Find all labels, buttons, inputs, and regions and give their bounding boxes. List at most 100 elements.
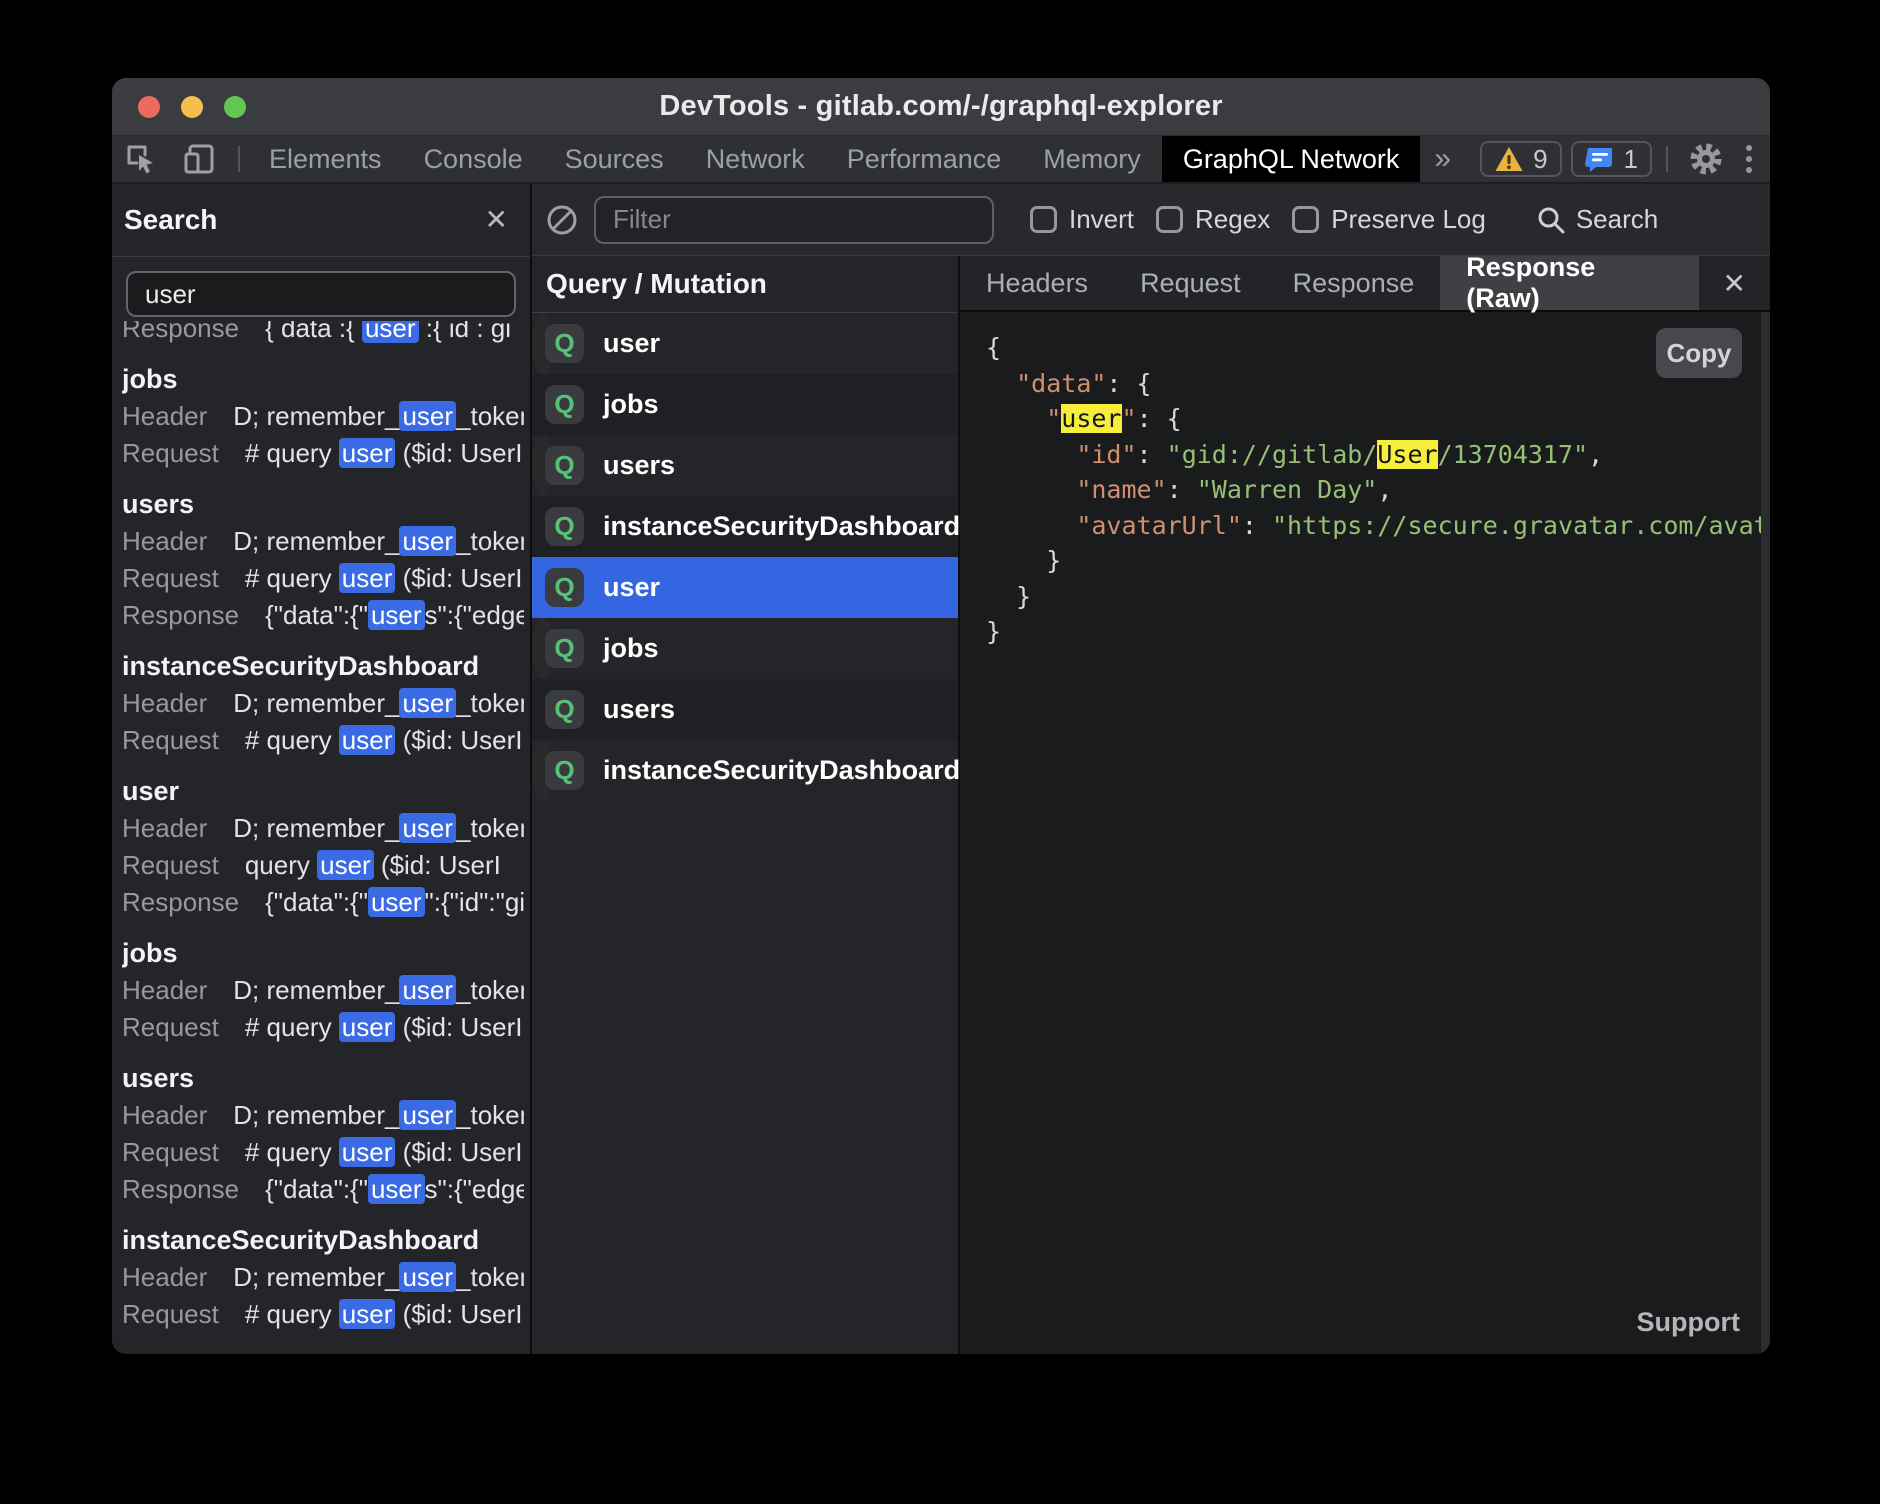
warnings-badge[interactable]: 9: [1480, 141, 1561, 177]
console-message-icon: [1585, 145, 1615, 173]
result-row[interactable]: HeaderD; remember_user_token=e: [122, 523, 524, 560]
result-text: D; remember_: [233, 526, 399, 556]
query-item[interactable]: QinstanceSecurityDashboard: [532, 740, 554, 801]
result-row[interactable]: Request# query user ($id: UserI: [122, 560, 524, 597]
code-token: [986, 440, 1076, 469]
result-row[interactable]: Request# query user ($id: UserI: [122, 435, 524, 472]
tab-sources[interactable]: Sources: [544, 136, 685, 182]
result-row[interactable]: HeaderD; remember_user_token=e: [122, 398, 524, 435]
result-row[interactable]: HeaderD; remember_user_token=e: [122, 685, 524, 722]
result-text: _token=e: [456, 1100, 524, 1130]
code-token: ,: [1588, 440, 1603, 469]
inspect-cursor-icon[interactable]: [112, 136, 170, 182]
result-text: D; remember_: [233, 1262, 399, 1292]
code-line: {: [986, 330, 1770, 366]
code-token: "https://secure.gravatar.com/avatar: [1272, 511, 1770, 540]
checkbox-box-invert[interactable]: [1030, 206, 1057, 233]
result-text: s":{"edges: [425, 1174, 524, 1204]
result-row-label: Response: [122, 600, 239, 630]
response-tab-response-raw[interactable]: Response (Raw): [1440, 256, 1698, 310]
checkbox-box-regex[interactable]: [1156, 206, 1183, 233]
result-row[interactable]: HeaderD; remember_user_token=e: [122, 972, 524, 1009]
tab-network[interactable]: Network: [685, 136, 826, 182]
result-row[interactable]: Requestquery user ($id: UserI: [122, 847, 524, 884]
match-highlight: user: [339, 725, 396, 755]
code-scrollbar[interactable]: [1761, 312, 1770, 1354]
code-token: :: [1167, 475, 1197, 504]
match-highlight: user: [399, 1100, 456, 1130]
result-row[interactable]: HeaderD; remember_user_token=e: [122, 1097, 524, 1134]
search-close-icon[interactable]: ✕: [485, 206, 508, 234]
checkbox-regex[interactable]: Regex: [1156, 204, 1270, 235]
copy-button[interactable]: Copy: [1656, 328, 1742, 378]
result-row[interactable]: Response{"data":{"user":{"id":"gi: [122, 884, 524, 921]
device-toolbar-icon[interactable]: [170, 136, 230, 182]
result-row[interactable]: Request# query user ($id: UserI: [122, 1009, 524, 1046]
tab-graphql-network[interactable]: GraphQL Network: [1162, 136, 1421, 182]
result-text: # query: [245, 1012, 339, 1042]
checkbox-label-regex: Regex: [1195, 204, 1270, 235]
search-results-list: Response{ data :{ user :{ id : gijobsHea…: [112, 321, 530, 1354]
result-row-label: Request: [122, 1137, 219, 1167]
result-row[interactable]: HeaderD; remember_user_token=e: [122, 1259, 524, 1296]
query-item[interactable]: Quser: [532, 313, 554, 374]
filter-input[interactable]: [594, 196, 994, 244]
messages-badge[interactable]: 1: [1571, 141, 1652, 177]
devtools-window: DevTools - gitlab.com/-/graphql-explorer…: [112, 78, 1770, 1354]
match-highlight: user: [399, 975, 456, 1005]
result-row[interactable]: HeaderD; remember_user_token=e: [122, 810, 524, 847]
response-close-icon[interactable]: ✕: [1699, 256, 1770, 310]
result-row[interactable]: Request# query user ($id: UserI: [122, 1134, 524, 1171]
json-code: { "data": { "user": { "id": "gid://gitla…: [986, 330, 1770, 650]
checkbox-preserve-log[interactable]: Preserve Log: [1292, 204, 1486, 235]
query-item[interactable]: Qusers: [532, 435, 554, 496]
settings-gear-icon[interactable]: [1676, 141, 1736, 177]
query-list: QuserQjobsQusersQinstanceSecurityDashboa…: [532, 313, 958, 801]
close-window-button[interactable]: [138, 96, 160, 118]
response-tab-response[interactable]: Response: [1267, 256, 1441, 310]
query-item[interactable]: Qjobs: [532, 618, 554, 679]
clear-block-icon[interactable]: [544, 202, 580, 238]
response-tab-request[interactable]: Request: [1114, 256, 1267, 310]
result-text: {"data":{": [265, 1174, 368, 1204]
response-tab-headers[interactable]: Headers: [960, 256, 1114, 310]
more-vertical-icon[interactable]: [1736, 145, 1770, 173]
result-text: ($id: UserI: [395, 438, 522, 468]
devtools-tabbar: ElementsConsoleSourcesNetworkPerformance…: [112, 136, 1770, 184]
tab-console[interactable]: Console: [403, 136, 544, 182]
checkbox-box-preserve-log[interactable]: [1292, 206, 1319, 233]
tab-performance[interactable]: Performance: [826, 136, 1023, 182]
clipped-result-row[interactable]: Response{ data :{ user :{ id : gi: [122, 321, 524, 347]
query-type-badge: Q: [545, 751, 584, 790]
tab-memory[interactable]: Memory: [1022, 136, 1162, 182]
minimize-window-button[interactable]: [181, 96, 203, 118]
code-line: }: [986, 579, 1770, 615]
query-item[interactable]: QinstanceSecurityDashboard: [532, 496, 958, 557]
result-row[interactable]: Response{"data":{"users":{"edges: [122, 597, 524, 634]
result-row[interactable]: Request# query user ($id: UserI: [122, 1296, 524, 1333]
result-text: _token=e: [456, 813, 524, 843]
network-search-toggle[interactable]: Search: [1536, 204, 1658, 235]
result-row[interactable]: Response{ data :{ user :{ id : gi: [122, 321, 524, 347]
code-token: [986, 475, 1076, 504]
window-title: DevTools - gitlab.com/-/graphql-explorer: [659, 90, 1222, 123]
query-item-selected[interactable]: Quser: [532, 557, 958, 618]
query-type-badge: Q: [545, 690, 584, 729]
result-group-title: users: [122, 1060, 524, 1097]
search-input[interactable]: [126, 271, 516, 317]
result-text: ($id: UserI: [395, 1137, 522, 1167]
query-item[interactable]: Qjobs: [532, 374, 958, 435]
support-link[interactable]: Support: [1637, 1307, 1740, 1338]
result-text: _token=e: [456, 688, 524, 718]
result-row[interactable]: Request# query user ($id: UserI: [122, 722, 524, 759]
code-token: "Warren Day": [1197, 475, 1378, 504]
result-row[interactable]: Response{"data":{"users":{"edges: [122, 1171, 524, 1208]
warning-triangle-icon: [1494, 145, 1524, 173]
checkbox-invert[interactable]: Invert: [1030, 204, 1134, 235]
result-text: _token=e: [456, 1262, 524, 1292]
tab-elements[interactable]: Elements: [248, 136, 403, 182]
zoom-window-button[interactable]: [224, 96, 246, 118]
more-tabs-chevron-icon[interactable]: »: [1420, 136, 1465, 182]
query-item[interactable]: Qusers: [532, 679, 958, 740]
code-line: "id": "gid://gitlab/User/13704317",: [986, 437, 1770, 473]
